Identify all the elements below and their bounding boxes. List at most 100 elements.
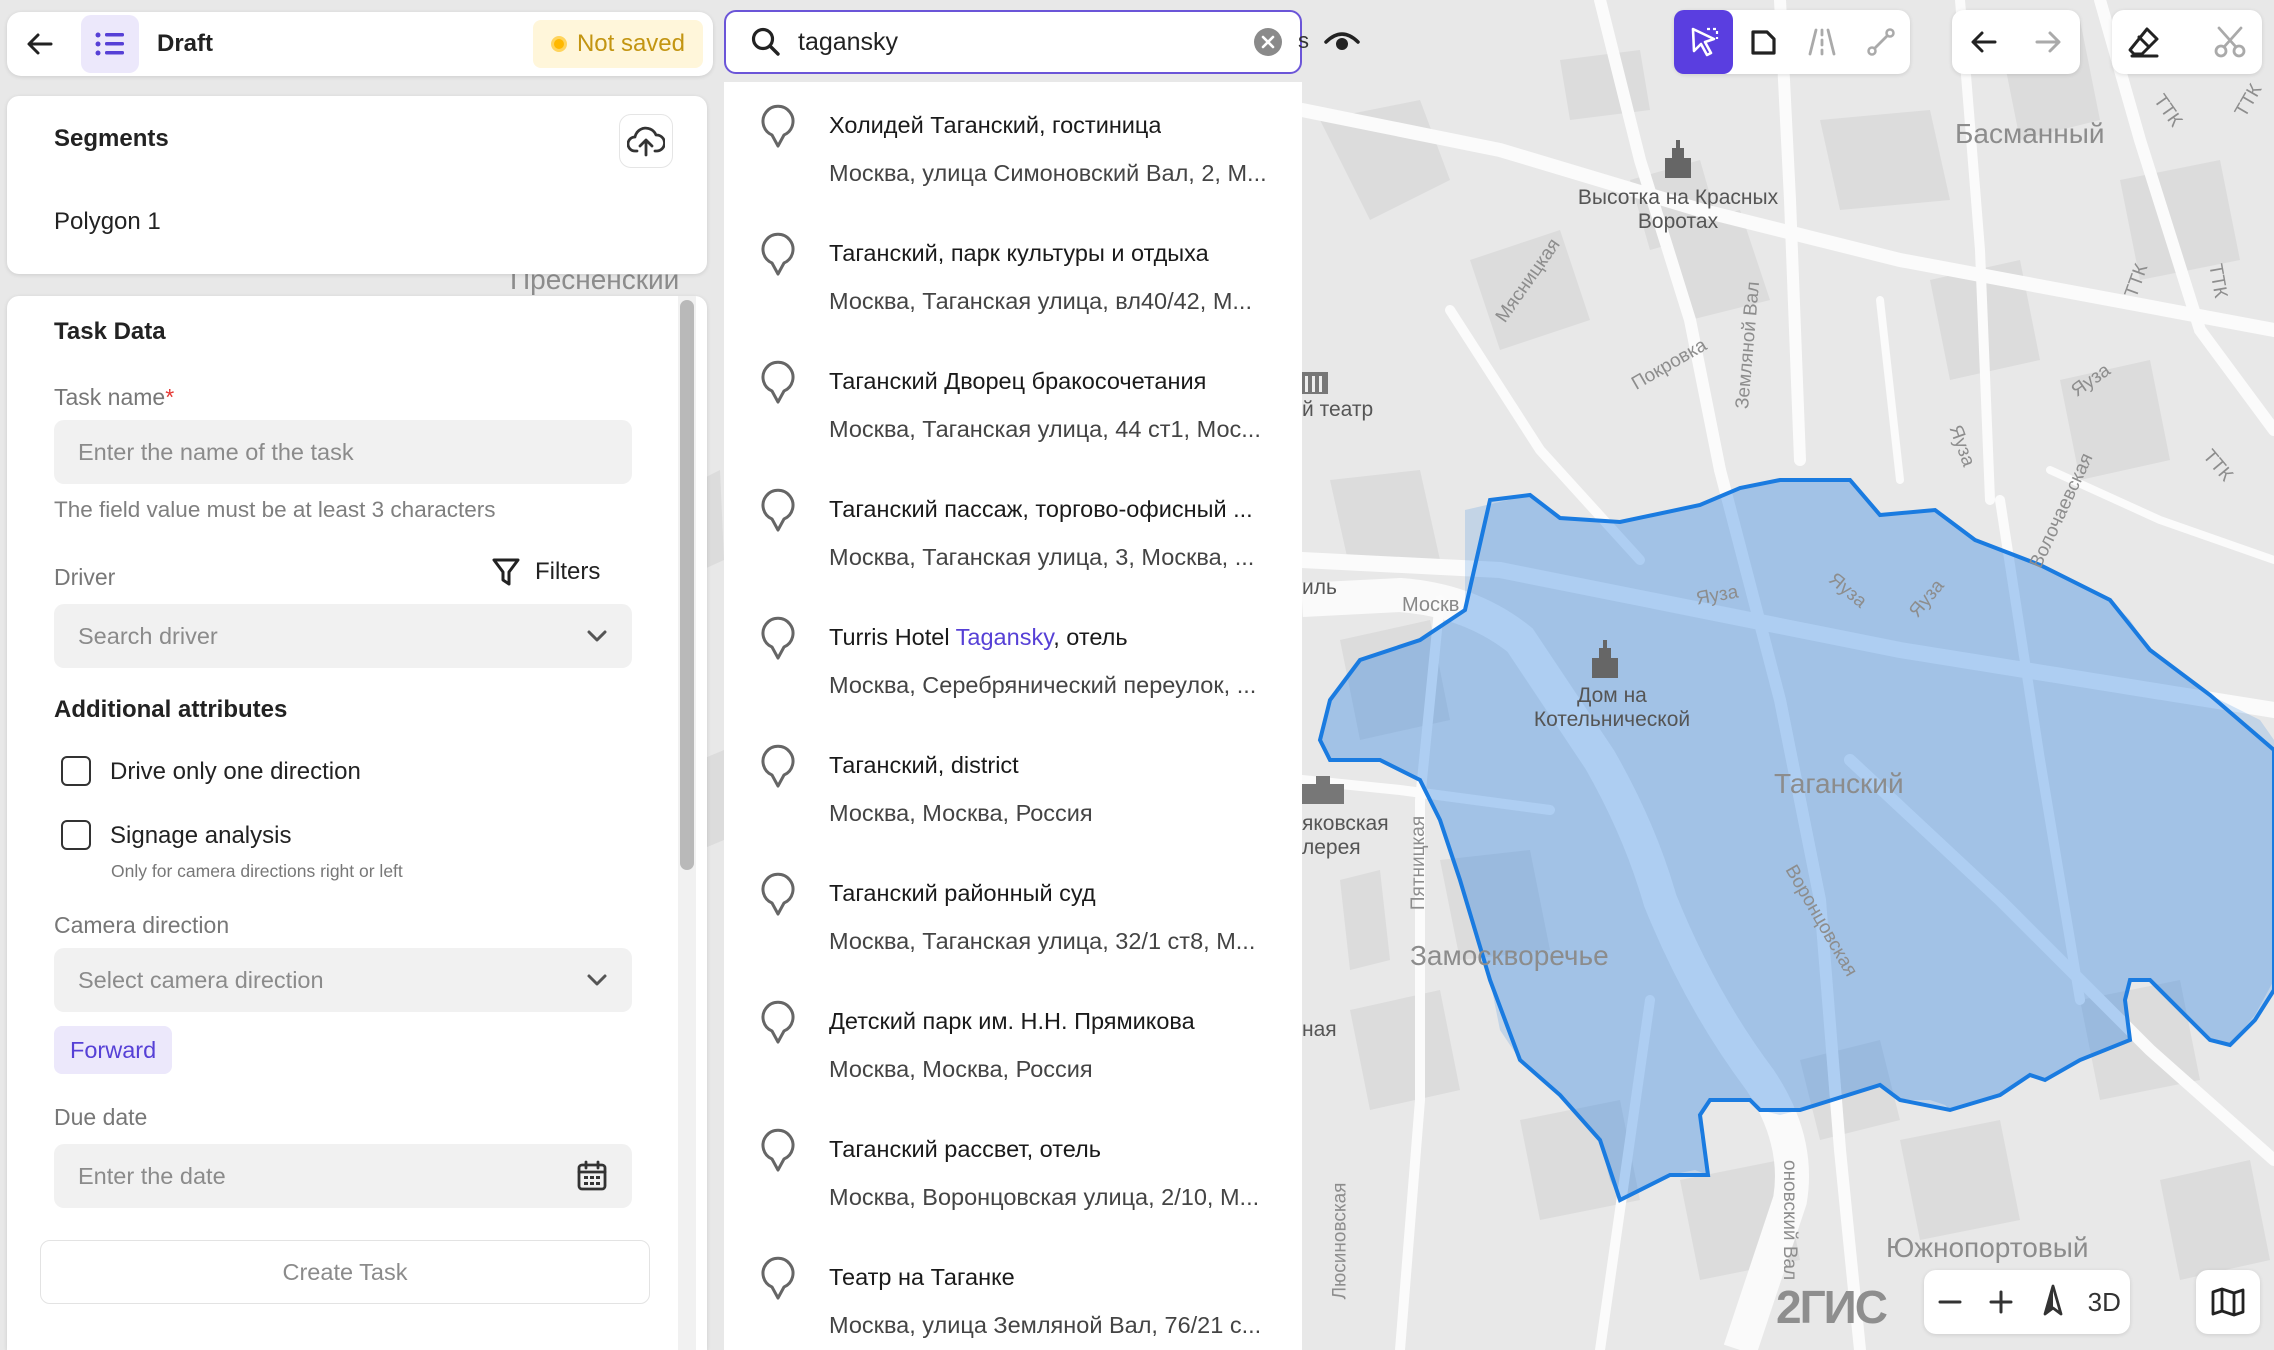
map-label-val: оновский Вал (1779, 1160, 1800, 1281)
eraser-button[interactable] (2112, 10, 2176, 74)
map-label-tagansky: Таганский (1774, 768, 1904, 799)
search-result-item[interactable]: Turris Hotel Tagansky, отель Москва, Сер… (724, 594, 1302, 722)
search-result-item[interactable]: Таганский рассвет, отель Москва, Воронцо… (724, 1106, 1302, 1234)
search-results-list[interactable]: Холидей Таганский, гостиница Москва, ули… (724, 82, 1302, 1350)
cloud-upload-icon (627, 126, 665, 157)
calendar-icon[interactable] (576, 1160, 608, 1192)
search-input[interactable] (796, 26, 1254, 58)
search-result-item[interactable]: Детский парк им. Н.Н. Прямикова Москва, … (724, 978, 1302, 1106)
history-tools-group (1952, 10, 2080, 74)
arrow-left-icon (27, 33, 53, 55)
undo-button[interactable] (1952, 10, 2016, 74)
result-title-prefix: Turris Hotel (829, 624, 956, 650)
location-pin-icon (761, 488, 795, 532)
3d-toggle-button[interactable]: 3D (2079, 1276, 2131, 1328)
search-bar[interactable] (724, 10, 1302, 74)
compass-button[interactable] (2027, 1276, 2079, 1328)
polygon-tool-button[interactable] (1733, 10, 1792, 74)
panel-scrollbar-thumb[interactable] (680, 300, 694, 870)
eye-icon (1324, 32, 1360, 50)
status-label: Not saved (576, 30, 685, 57)
search-result-item[interactable]: Таганский Дворец бракосочетания Москва, … (724, 338, 1302, 466)
compass-icon (2043, 1284, 2063, 1316)
map-label-theatre: й театр (1302, 398, 1374, 421)
arrow-left-icon (1971, 31, 1997, 53)
camera-direction-select[interactable]: Select camera direction (54, 948, 632, 1012)
signage-analysis-label[interactable]: Signage analysis (110, 822, 291, 850)
filters-label: Filters (535, 558, 601, 585)
result-address: Москва, Москва, Россия (829, 800, 1093, 826)
search-result-item[interactable]: Театр на Таганке Москва, улица Земляной … (724, 1234, 1302, 1350)
2gis-logo: 2ГИС (1776, 1281, 1888, 1333)
result-title: Таганский районный суд (829, 880, 1096, 906)
search-result-item[interactable]: Таганский районный суд Москва, Таганская… (724, 850, 1302, 978)
filters-button[interactable]: Filters (491, 556, 600, 588)
scissors-icon (2214, 26, 2246, 58)
list-toggle-button[interactable] (81, 15, 139, 73)
drive-one-direction-label[interactable]: Drive only one direction (110, 758, 361, 786)
line-tool-button[interactable] (1851, 10, 1910, 74)
result-title: Таганский Дворец бракосочетания (829, 368, 1207, 394)
result-address: Москва, улица Симоновский Вал, 2, М... (829, 160, 1267, 186)
upload-button[interactable] (619, 114, 673, 168)
top-bar: Draft Not saved (7, 12, 713, 76)
map-label-il: иль (1302, 576, 1337, 599)
map-icon (2211, 1287, 2245, 1317)
search-result-item[interactable]: Таганский пассаж, торгово-офисный ... Мо… (724, 466, 1302, 594)
location-pin-icon (761, 1128, 795, 1172)
driver-select[interactable]: Search driver (54, 604, 632, 668)
map-layers-button[interactable] (2196, 1270, 2260, 1334)
redo-button[interactable] (2016, 10, 2080, 74)
search-result-item[interactable]: Таганский, district Москва, Москва, Росс… (724, 722, 1302, 850)
edit-tools-group (2112, 10, 2262, 74)
map-label-yuzhnoportovy: Южнопортовый (1886, 1232, 2089, 1263)
cut-button[interactable] (2198, 10, 2262, 74)
road-tool-button[interactable] (1792, 10, 1851, 74)
building-icon (1663, 140, 1693, 178)
search-result-item[interactable]: Таганский, парк культуры и отдыха Москва… (724, 210, 1302, 338)
create-task-button[interactable]: Create Task (40, 1240, 650, 1304)
task-name-input[interactable] (54, 420, 632, 484)
segment-item-polygon-1[interactable]: Polygon 1 (54, 208, 161, 236)
drive-one-direction-checkbox[interactable] (61, 756, 91, 786)
driver-label: Driver (54, 564, 116, 590)
location-pin-icon (761, 872, 795, 916)
segments-panel: Segments Polygon 1 (7, 96, 707, 274)
required-mark: * (165, 384, 175, 410)
theatre-icon (1302, 366, 1332, 396)
zoom-out-button[interactable] (1924, 1276, 1976, 1328)
eraser-icon (2128, 27, 2159, 58)
result-address: Москва, улица Земляной Вал, 76/21 с... (829, 1312, 1262, 1338)
result-title: Детский парк им. Н.Н. Прямикова (829, 1008, 1195, 1034)
back-button[interactable] (11, 15, 69, 73)
task-data-heading: Task Data (54, 318, 166, 345)
zoom-in-button[interactable] (1976, 1276, 2028, 1328)
result-title: Таганский рассвет, отель (829, 1136, 1101, 1162)
map-label-dom-kotelnicheskoy: Дом на Котельнической (1533, 684, 1691, 732)
location-pin-icon (761, 744, 795, 788)
segments-heading: Segments (54, 125, 169, 152)
list-icon (95, 32, 124, 56)
clear-search-button[interactable] (1254, 28, 1282, 56)
camera-direction-label: Camera direction (54, 912, 230, 938)
location-pin-icon (761, 360, 795, 404)
due-date-input[interactable]: Enter the date (54, 1144, 632, 1208)
filter-icon (492, 558, 520, 586)
result-title: Таганский пассаж, торгово-офисный ... (829, 496, 1253, 522)
select-tool-button[interactable] (1674, 10, 1733, 74)
location-pin-icon (761, 1256, 795, 1300)
map-label-vysotka: Высотка на Красных Воротах (1577, 186, 1779, 234)
search-result-item[interactable]: Холидей Таганский, гостиница Москва, ули… (724, 82, 1302, 210)
result-address: Москва, Таганская улица, 44 ст1, Мос... (829, 416, 1261, 442)
signage-analysis-checkbox[interactable] (61, 820, 91, 850)
additional-attributes-heading: Additional attributes (54, 696, 288, 723)
result-title: Turris Hotel Tagansky, отель (829, 624, 1128, 651)
visibility-toggle-button[interactable] (1322, 22, 1362, 62)
location-pin-icon (761, 232, 795, 276)
map-label-lyusinovskaya: Люсиновская (1329, 1182, 1351, 1300)
location-pin-icon (761, 616, 795, 660)
map-label-moskva-river: Москв (1402, 594, 1460, 616)
due-date-label: Due date (54, 1104, 148, 1130)
cursor-select-icon (1691, 27, 1718, 57)
camera-direction-chip-forward[interactable]: Forward (54, 1026, 173, 1074)
